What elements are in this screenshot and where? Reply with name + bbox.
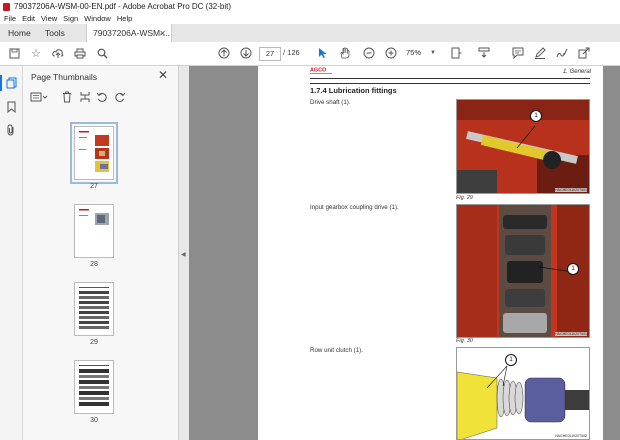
thumbnail-label: 30 xyxy=(90,417,98,424)
options-menu-icon[interactable] xyxy=(29,90,49,104)
upload-cloud-icon[interactable] xyxy=(51,46,65,60)
thumbnail-page-30[interactable] xyxy=(74,360,114,414)
document-canvas: AGCO 1. General 1.7.4 Lubrication fittin… xyxy=(189,66,620,440)
zoom-out-icon[interactable] xyxy=(362,46,376,60)
thumbnail-page-28[interactable] xyxy=(74,204,114,258)
figure-caption: Fig. 30 xyxy=(456,338,473,344)
share-icon[interactable] xyxy=(577,46,591,60)
tab-document[interactable]: 79037206A-WSM-... ✕ xyxy=(86,24,172,42)
zoom-in-icon[interactable] xyxy=(384,46,398,60)
main-toolbar: ☆ 27 / 126 75% ▼ xyxy=(0,42,620,66)
figure-caption: Fig. 29 xyxy=(456,195,473,201)
page-header-section: 1. General xyxy=(562,69,591,75)
menu-sign[interactable]: Sign xyxy=(63,14,78,23)
bookmark-star-icon[interactable]: ☆ xyxy=(29,46,43,60)
page-fit-icon[interactable] xyxy=(449,46,463,60)
title-bar: 79037206A-WSM-00-EN.pdf - Adobe Acrobat … xyxy=(0,0,620,13)
document-scrollbar[interactable] xyxy=(603,66,620,440)
collapse-panel-icon[interactable]: ◀ xyxy=(181,251,186,258)
thumbnail-page-29[interactable] xyxy=(74,282,114,336)
section-title: 1.7.4 Lubrication fittings xyxy=(310,86,397,95)
zoom-level[interactable]: 75% xyxy=(406,47,421,59)
thumbnail-page-27[interactable] xyxy=(70,122,118,184)
tab-home[interactable]: Home xyxy=(8,24,31,42)
page-thumbnails-icon[interactable] xyxy=(5,77,17,89)
attachments-icon[interactable] xyxy=(5,124,17,136)
figure-drive-shaft: 1 HAGHE011020T001 xyxy=(456,99,590,194)
next-page-icon[interactable] xyxy=(239,46,253,60)
thumbnail-label: 29 xyxy=(90,339,98,346)
thumbnail-label: 27 xyxy=(90,183,98,190)
item-text-gearbox: Input gearbox coupling drive (1). xyxy=(310,204,399,211)
rotate-clockwise-icon[interactable] xyxy=(113,90,127,104)
sign-icon[interactable] xyxy=(555,46,569,60)
callout-marker: 1 xyxy=(530,110,542,122)
figure-gearbox-coupling: 1 HAGHE011020T001 xyxy=(456,204,590,338)
scroll-mode-icon[interactable] xyxy=(477,46,491,60)
current-page-input[interactable]: 27 xyxy=(259,47,281,61)
callout-marker: 1 xyxy=(505,354,517,366)
previous-page-icon[interactable] xyxy=(217,46,231,60)
svg-text:AGCO: AGCO xyxy=(310,68,326,74)
agco-logo: AGCO xyxy=(310,67,336,74)
menu-bar: File Edit View Sign Window Help xyxy=(0,13,620,24)
panel-toolbar xyxy=(29,90,169,106)
close-panel-icon[interactable]: ✕ xyxy=(158,68,168,82)
thumbnail-list: 27 28 29 30 xyxy=(23,112,171,440)
active-indicator xyxy=(0,75,2,91)
figure-code: HAGHE011020T002 xyxy=(555,434,587,438)
menu-edit[interactable]: Edit xyxy=(22,14,35,23)
page-thumbnails-panel: Page Thumbnails ✕ 27 28 29 30 xyxy=(23,66,196,440)
zoom-dropdown-icon[interactable]: ▼ xyxy=(430,47,436,59)
header-rule-2 xyxy=(310,83,590,84)
menu-view[interactable]: View xyxy=(41,14,57,23)
menu-file[interactable]: File xyxy=(4,14,16,23)
figure-code: HAGHE011020T001 xyxy=(555,188,587,192)
panel-title: Page Thumbnails xyxy=(31,72,97,82)
item-text-drive-shaft: Drive shaft (1). xyxy=(310,99,351,106)
navigation-rail xyxy=(0,66,23,440)
highlight-pen-icon[interactable] xyxy=(533,46,547,60)
bookmarks-icon[interactable] xyxy=(5,101,17,113)
find-search-icon[interactable] xyxy=(95,46,109,60)
panel-splitter[interactable]: ◀ xyxy=(179,66,189,440)
pdf-page: AGCO 1. General 1.7.4 Lubrication fittin… xyxy=(258,66,603,440)
tab-bar: Home Tools 79037206A-WSM-... ✕ xyxy=(0,24,620,43)
rotate-counterclockwise-icon[interactable] xyxy=(95,90,109,104)
menu-help[interactable]: Help xyxy=(117,14,132,23)
thumbnail-label: 28 xyxy=(90,261,98,268)
menu-window[interactable]: Window xyxy=(84,14,111,23)
print-icon[interactable] xyxy=(73,46,87,60)
item-text-row-unit-clutch: Row unit clutch (1). xyxy=(310,347,363,354)
header-rule xyxy=(310,78,590,79)
delete-page-icon[interactable] xyxy=(60,90,74,104)
close-tab-icon[interactable]: ✕ xyxy=(159,29,166,38)
extract-page-icon[interactable] xyxy=(78,90,92,104)
page-total-label: / 126 xyxy=(283,48,300,57)
figure-row-unit-clutch: 1 HAGHE011020T002 xyxy=(456,347,590,440)
comment-icon[interactable] xyxy=(511,46,525,60)
window-title: 79037206A-WSM-00-EN.pdf - Adobe Acrobat … xyxy=(14,2,231,11)
tab-tools[interactable]: Tools xyxy=(45,24,65,42)
select-cursor-icon[interactable] xyxy=(316,46,330,60)
figure-code: HAGHE011020T001 xyxy=(555,332,587,336)
callout-marker: 1 xyxy=(567,263,579,275)
save-icon[interactable] xyxy=(7,46,21,60)
acrobat-app-icon xyxy=(3,2,10,11)
hand-tool-icon[interactable] xyxy=(338,46,352,60)
